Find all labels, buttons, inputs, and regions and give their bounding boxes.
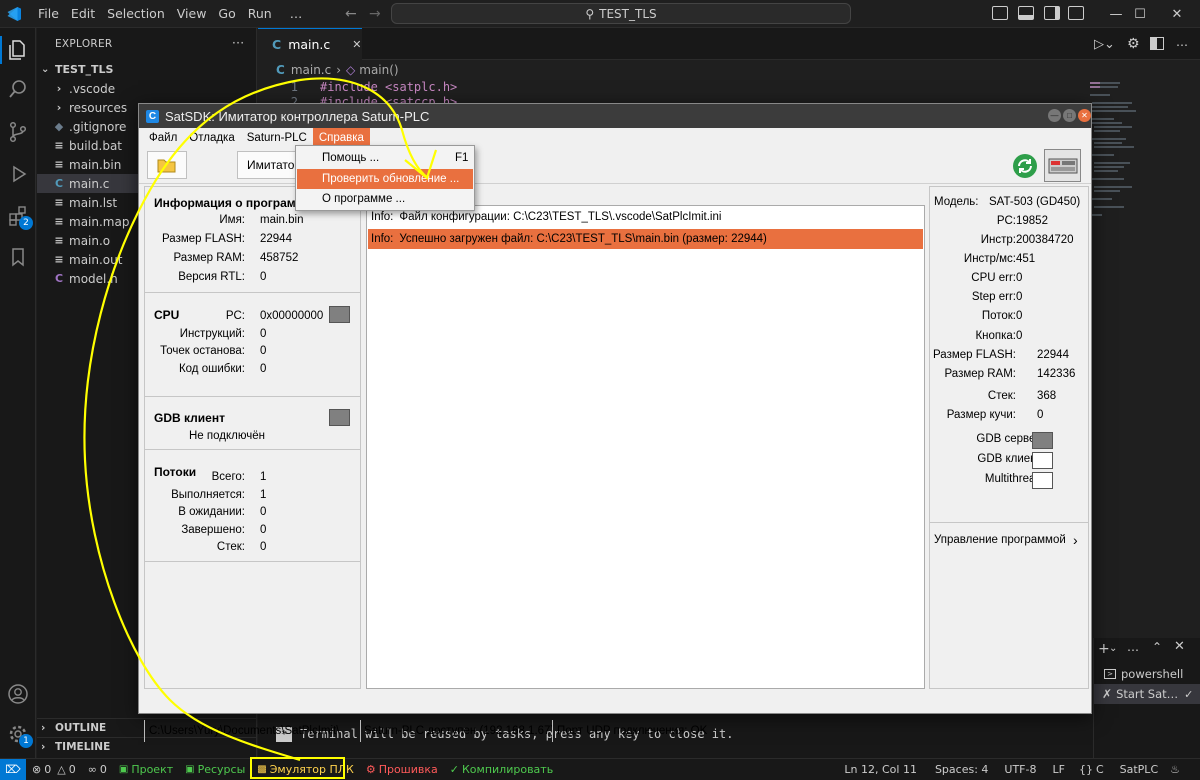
annotation-overlay — [83, 77, 438, 762]
screen: File Edit Selection View Go Run … ← → ⚲ … — [0, 0, 1200, 780]
annotation-curve — [83, 77, 429, 762]
